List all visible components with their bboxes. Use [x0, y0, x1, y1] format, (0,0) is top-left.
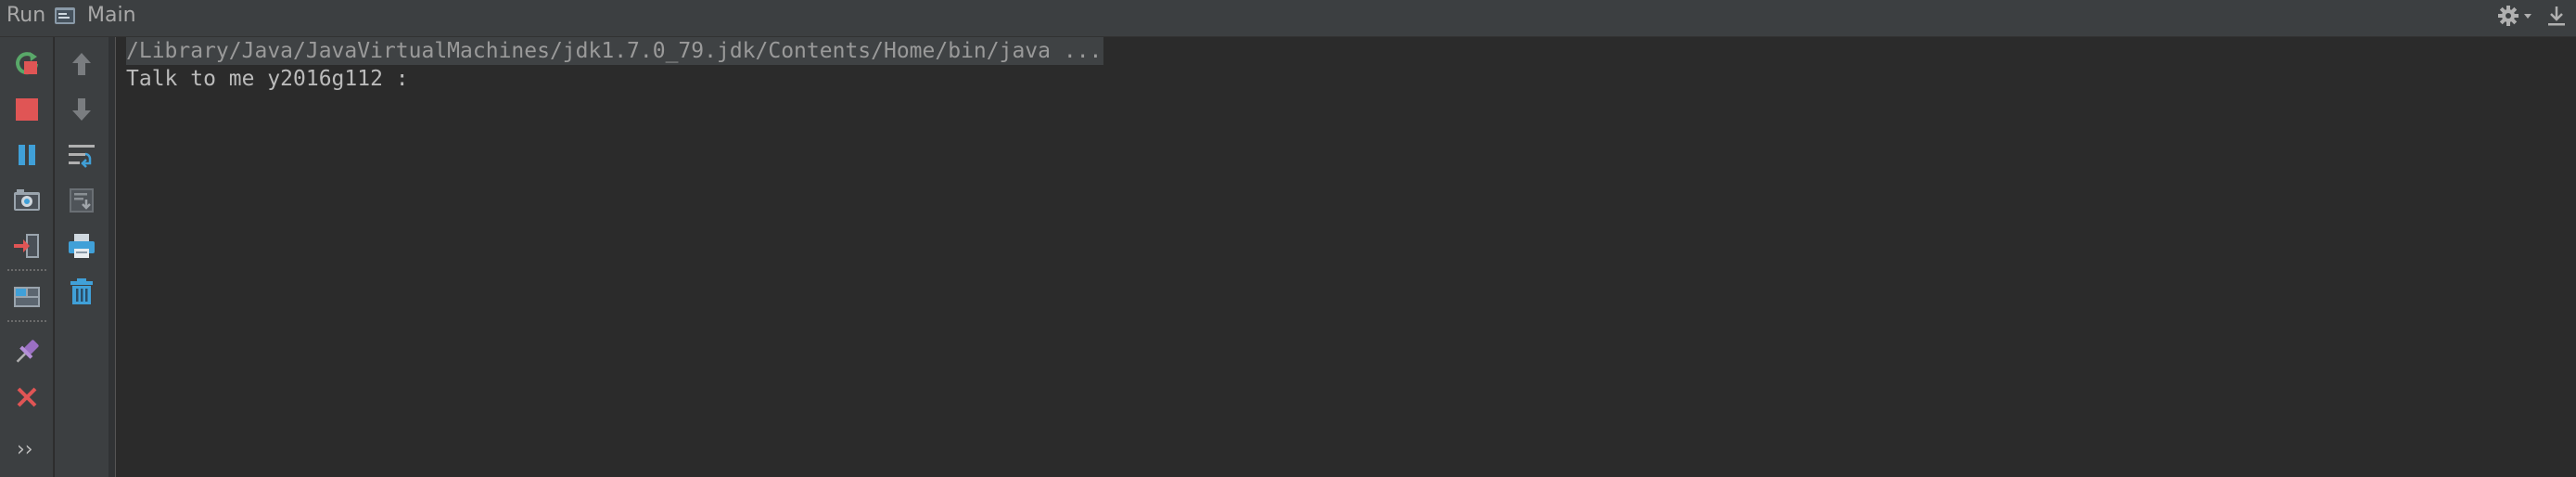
print-icon[interactable]	[66, 230, 97, 262]
more-actions-button[interactable]: ››	[17, 438, 33, 462]
tool-window-header: Run Main	[0, 0, 2576, 37]
console-output[interactable]: /Library/Java/JavaVirtualMachines/jdk1.7…	[117, 37, 2576, 477]
toolbar-separator	[7, 320, 46, 322]
exit-icon[interactable]	[11, 230, 43, 262]
dump-threads-icon[interactable]	[11, 185, 43, 216]
rerun-icon[interactable]	[11, 48, 43, 80]
run-config-tab[interactable]: Main	[87, 0, 136, 32]
scroll-to-end-icon[interactable]	[66, 185, 97, 216]
pin-icon[interactable]	[11, 336, 43, 367]
run-actions-toolbar: ››	[0, 37, 54, 477]
pause-icon[interactable]	[11, 139, 43, 171]
hide-panel-icon[interactable]	[2544, 4, 2569, 28]
down-arrow-icon[interactable]	[66, 94, 97, 125]
up-arrow-icon[interactable]	[66, 48, 97, 80]
console-actions-toolbar	[55, 37, 108, 477]
run-config-icon	[53, 4, 77, 28]
stop-icon[interactable]	[11, 94, 43, 125]
restore-layout-icon[interactable]	[11, 281, 43, 313]
console-gutter	[108, 37, 116, 477]
toolbar-separator	[7, 269, 46, 271]
close-icon[interactable]	[11, 381, 43, 413]
run-tool-window: Run Main ›› /Library/Java/JavaVirtualMac…	[0, 0, 2576, 477]
settings-gear-icon[interactable]	[2496, 4, 2535, 28]
tool-window-title: Run	[6, 4, 46, 27]
clear-all-icon[interactable]	[66, 276, 97, 307]
console-command-line[interactable]: /Library/Java/JavaVirtualMachines/jdk1.7…	[126, 37, 1104, 65]
soft-wrap-icon[interactable]	[66, 139, 97, 171]
console-output-line: Talk to me y2016g112 :	[126, 67, 422, 91]
